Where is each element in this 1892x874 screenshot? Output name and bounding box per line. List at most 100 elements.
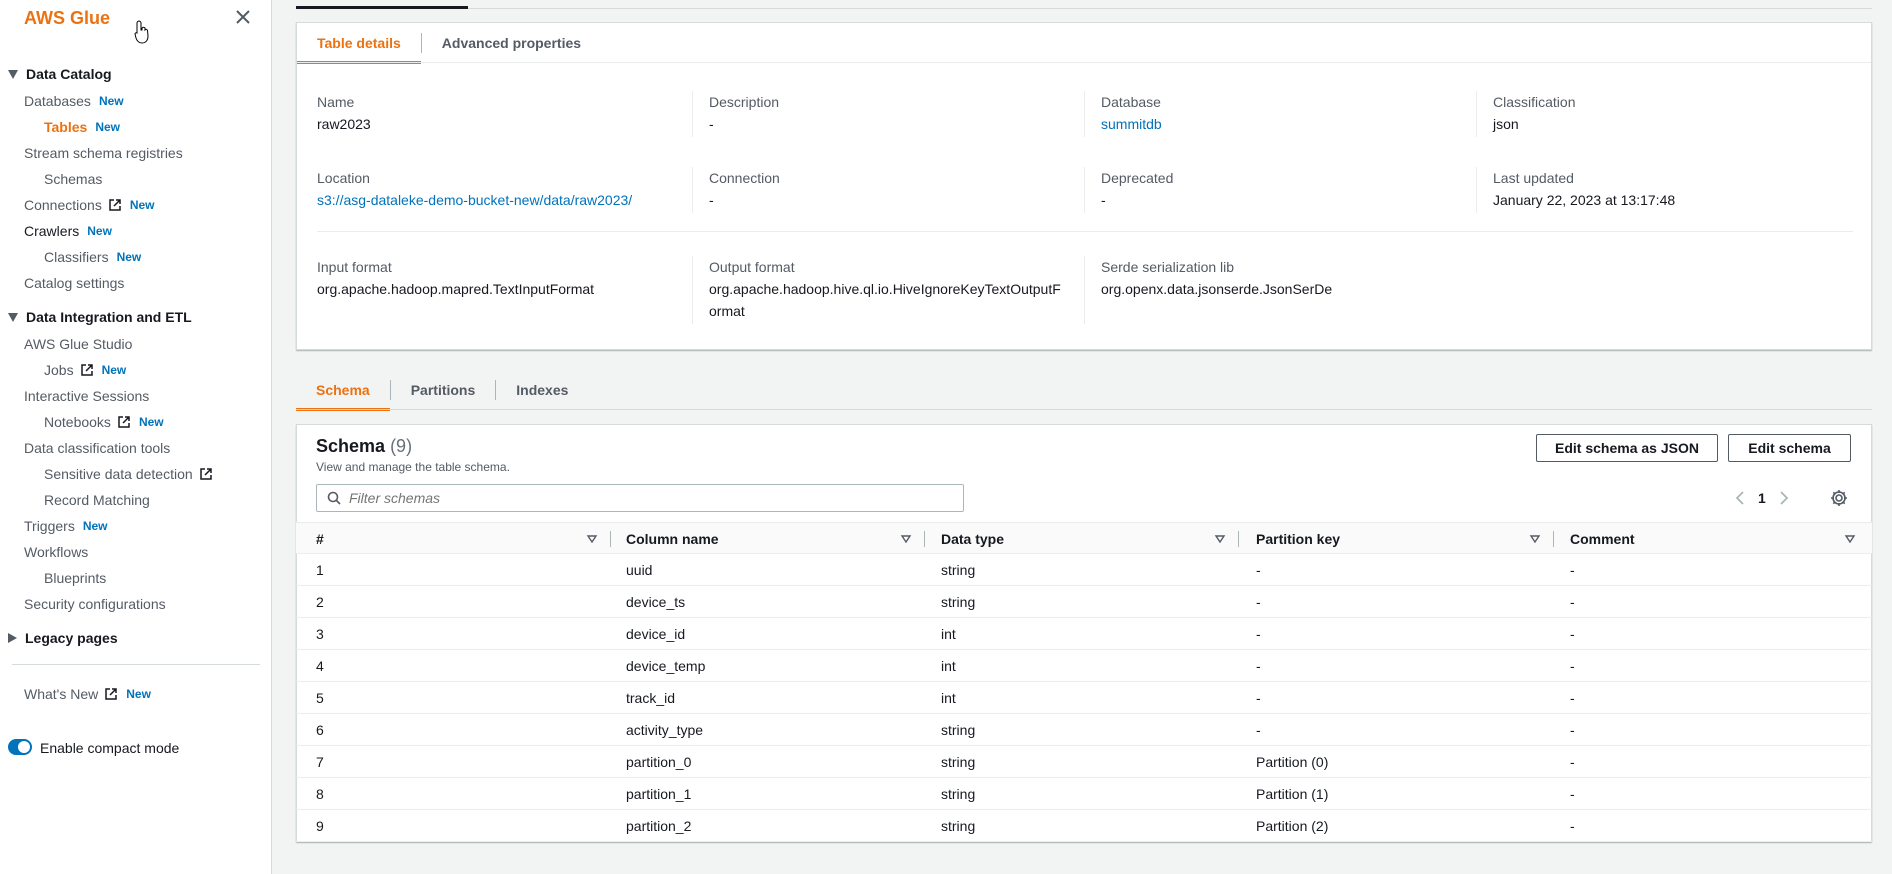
edit-schema-json-button[interactable]: Edit schema as JSON [1536, 434, 1718, 462]
cell-partition-key: - [1256, 722, 1261, 738]
description-label: Description [709, 94, 780, 110]
external-link-icon [105, 688, 117, 700]
cell-index: 9 [316, 818, 324, 834]
sidebar-item-blueprints[interactable]: Blueprints [44, 569, 106, 587]
cell-column-name: activity_type [626, 722, 704, 738]
top-divider [296, 8, 1872, 9]
tab-advanced-properties[interactable]: Advanced properties [422, 23, 601, 63]
column-divider [692, 167, 693, 213]
sidebar-title[interactable]: AWS Glue [24, 8, 110, 29]
table-row: 7 partition_0 string Partition (0) - [296, 746, 1872, 778]
column-resizer[interactable] [1553, 531, 1554, 547]
tab-schema[interactable]: Schema [296, 370, 390, 411]
column-divider [1476, 91, 1477, 137]
column-header-comment[interactable]: Comment [1570, 523, 1635, 555]
sidebar-item-security-configurations[interactable]: Security configurations [24, 595, 166, 613]
pagination: 1 [1734, 486, 1790, 510]
column-resizer[interactable] [610, 531, 611, 547]
section-legacy-pages[interactable]: Legacy pages [8, 629, 118, 647]
new-badge: New [101, 363, 127, 377]
tab-partitions[interactable]: Partitions [391, 370, 496, 410]
cell-index: 7 [316, 754, 324, 770]
filter-schemas-input[interactable] [349, 490, 949, 506]
column-header-partition-key[interactable]: Partition key [1256, 523, 1340, 555]
sidebar-item-glue-studio[interactable]: AWS Glue Studio [24, 335, 132, 353]
sidebar: AWS Glue Data Catalog Databases New Table… [0, 0, 272, 874]
cell-column-name: uuid [626, 562, 653, 578]
deprecated-value: - [1101, 192, 1106, 208]
filter-schemas-field[interactable] [316, 484, 964, 512]
column-divider [692, 91, 693, 137]
table-row: 8 partition_1 string Partition (1) - [296, 778, 1872, 810]
new-badge: New [116, 250, 142, 264]
cell-comment: - [1570, 626, 1575, 642]
sidebar-item-schemas[interactable]: Schemas [44, 170, 102, 188]
location-link[interactable]: s3://asg-dataleke-demo-bucket-new/data/r… [317, 189, 632, 211]
cell-column-name: device_id [626, 626, 686, 642]
section-data-integration[interactable]: Data Integration and ETL [8, 308, 192, 326]
collapse-caret-icon [8, 633, 17, 643]
cell-data-type: string [941, 786, 976, 802]
cell-column-name: partition_1 [626, 786, 692, 802]
last-updated-label: Last updated [1493, 170, 1574, 186]
sort-caret-icon[interactable] [900, 533, 912, 545]
cell-data-type: string [941, 562, 976, 578]
chevron-right-icon[interactable] [1778, 490, 1790, 506]
sidebar-item-sensitive-data-detection[interactable]: Sensitive data detection [44, 465, 213, 483]
chevron-left-icon[interactable] [1734, 490, 1746, 506]
sort-caret-icon[interactable] [1214, 533, 1226, 545]
last-updated-value: January 22, 2023 at 13:17:48 [1493, 192, 1676, 208]
sort-caret-icon[interactable] [1844, 533, 1856, 545]
tab-indexes[interactable]: Indexes [496, 370, 588, 410]
sort-caret-icon[interactable] [586, 533, 598, 545]
sidebar-item-classifiers[interactable]: Classifiers New [44, 248, 141, 266]
cell-index: 1 [316, 562, 324, 578]
sidebar-item-catalog-settings[interactable]: Catalog settings [24, 274, 124, 292]
table-row: 9 partition_2 string Partition (2) - [296, 810, 1872, 842]
schema-tabs-divider [296, 409, 1872, 410]
description-value: - [709, 116, 714, 132]
column-header-data-type[interactable]: Data type [941, 523, 1004, 555]
output-format-value-line-1: org.apache.hadoop.hive.ql.io.HiveIgnoreK… [709, 281, 1061, 297]
column-resizer[interactable] [1238, 531, 1239, 547]
cell-index: 3 [316, 626, 324, 642]
sidebar-item-record-matching[interactable]: Record Matching [44, 491, 150, 509]
cell-comment: - [1570, 594, 1575, 610]
cell-comment: - [1570, 754, 1575, 770]
sidebar-item-data-classification-tools[interactable]: Data classification tools [24, 439, 170, 457]
cell-data-type: int [941, 626, 956, 642]
edit-schema-button[interactable]: Edit schema [1728, 434, 1851, 462]
sidebar-item-tables[interactable]: Tables New [44, 118, 120, 136]
sort-caret-icon[interactable] [1529, 533, 1541, 545]
table-row: 4 device_temp int - - [296, 650, 1872, 682]
table-details-card: Table details Advanced properties Name r… [296, 22, 1872, 350]
sidebar-item-interactive-sessions[interactable]: Interactive Sessions [24, 387, 149, 405]
sidebar-item-stream-schema-registries[interactable]: Stream schema registries [24, 144, 183, 162]
column-header-index[interactable]: # [316, 523, 324, 555]
sidebar-item-triggers[interactable]: Triggers New [24, 517, 108, 535]
page-number[interactable]: 1 [1758, 490, 1766, 506]
database-link[interactable]: summitdb [1101, 113, 1162, 135]
close-icon[interactable] [232, 6, 254, 28]
column-divider [1084, 256, 1085, 324]
column-header-name[interactable]: Column name [626, 523, 719, 555]
sidebar-item-databases[interactable]: Databases New [24, 92, 124, 110]
table-row: 5 track_id int - - [296, 682, 1872, 714]
sidebar-item-jobs[interactable]: Jobs New [44, 361, 126, 379]
cell-index: 8 [316, 786, 324, 802]
column-divider [1084, 167, 1085, 213]
compact-mode-toggle[interactable] [8, 739, 32, 755]
cell-data-type: string [941, 754, 976, 770]
connection-label: Connection [709, 170, 780, 186]
column-resizer[interactable] [924, 531, 925, 547]
sidebar-item-notebooks[interactable]: Notebooks New [44, 413, 164, 431]
sidebar-item-crawlers[interactable]: Crawlers New [24, 222, 112, 240]
sidebar-item-connections[interactable]: Connections New [24, 196, 155, 214]
gear-icon[interactable] [1830, 489, 1848, 507]
compact-mode-label: Enable compact mode [40, 740, 180, 756]
tab-table-details[interactable]: Table details [297, 23, 421, 64]
section-data-catalog[interactable]: Data Catalog [8, 65, 112, 83]
sidebar-item-whats-new[interactable]: What's New New [24, 685, 151, 703]
classification-label: Classification [1493, 94, 1576, 110]
sidebar-item-workflows[interactable]: Workflows [24, 543, 88, 561]
